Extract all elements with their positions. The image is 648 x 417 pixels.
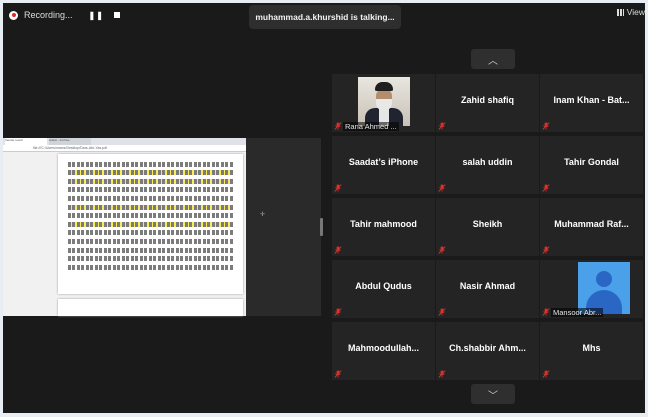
active-speaker-banner: muhammad.a.khurshid is talking... — [249, 5, 401, 29]
muted-mic-icon — [542, 308, 550, 316]
chevron-down-icon: ﹀ — [488, 390, 498, 402]
active-speaker-text: muhammad.a.khurshid is talking... — [255, 12, 395, 22]
participant-tile[interactable]: Sheikh — [436, 198, 539, 256]
pdf-page — [58, 154, 243, 294]
participant-tile[interactable]: Tahir Gondal — [540, 136, 643, 194]
participant-name: Mahmoodullah... — [348, 343, 419, 353]
muted-mic-icon — [334, 370, 342, 378]
participant-name: salah uddin — [462, 157, 513, 167]
participant-tile[interactable]: Abdul Qudus — [332, 260, 435, 318]
browser-tab[interactable]: arabic - Archive — [49, 138, 91, 145]
default-avatar-icon — [578, 262, 630, 314]
recording-label: Recording... — [24, 10, 73, 20]
participant-tile[interactable]: Muhammad Raf... — [540, 198, 643, 256]
participant-name: Muhammad Raf... — [554, 219, 629, 229]
pdf-text-line — [68, 256, 233, 262]
pdf-text-line — [68, 247, 233, 253]
participant-name: Sheikh — [472, 219, 503, 229]
muted-mic-icon — [542, 184, 550, 192]
participant-name: Nasir Ahmad — [459, 281, 516, 291]
browser-url-bar[interactable]: file:///C:/Users/mamz/Desktop/Dars-Abr-Y… — [3, 145, 246, 152]
participant-name: Tahir Gondal — [564, 157, 619, 167]
previous-page-button[interactable]: ︿ — [471, 49, 515, 69]
chevron-up-icon: ︿ — [488, 55, 498, 67]
stop-recording-button[interactable] — [113, 12, 120, 18]
record-icon — [9, 10, 18, 20]
recording-indicator: Recording... ❚❚ — [9, 7, 120, 23]
browser-tab-bar: Vender result arabic - Archive — [3, 138, 246, 145]
pdf-highlighted-line — [68, 170, 233, 176]
participant-tile[interactable]: salah uddin — [436, 136, 539, 194]
participant-tile[interactable]: Mansoor Abr... — [540, 260, 643, 318]
pdf-text-line — [68, 238, 233, 244]
participant-tile[interactable]: Inam Khan - Bat... — [540, 74, 643, 132]
participant-tile[interactable]: Zahid shafiq — [436, 74, 539, 132]
participant-name: Tahir mahmood — [350, 219, 417, 229]
participant-name: Ch.shabbir Ahm... — [449, 343, 526, 353]
pdf-highlighted-line — [68, 178, 233, 184]
muted-mic-icon — [334, 122, 342, 130]
pdf-text-line — [68, 161, 233, 167]
pdf-highlighted-line — [68, 221, 233, 227]
zoom-meeting-window: Recording... ❚❚ muhammad.a.khurshid is t… — [3, 3, 645, 413]
muted-mic-icon — [334, 184, 342, 192]
pdf-highlighted-line — [68, 204, 233, 210]
participant-tile[interactable]: Tahir mahmood — [332, 198, 435, 256]
pdf-text-line — [68, 264, 233, 270]
muted-mic-icon — [438, 184, 446, 192]
muted-mic-icon — [438, 122, 446, 130]
pdf-page — [58, 299, 243, 316]
participant-tile[interactable]: Saadat’s iPhone — [332, 136, 435, 194]
muted-mic-icon — [438, 246, 446, 254]
view-button[interactable]: View — [616, 7, 645, 17]
participant-video — [358, 77, 410, 126]
muted-mic-icon — [542, 246, 550, 254]
participant-tile[interactable]: Nasir Ahmad — [436, 260, 539, 318]
split-view-handle[interactable] — [320, 218, 323, 236]
participant-name: Abdul Qudus — [355, 281, 412, 291]
next-page-button[interactable]: ﹀ — [471, 384, 515, 404]
shared-screen: Vender result arabic - Archive file:///C… — [3, 138, 321, 316]
participant-tile[interactable]: Ch.shabbir Ahm... — [436, 322, 539, 380]
participant-name: Inam Khan - Bat... — [553, 95, 630, 105]
muted-mic-icon — [438, 370, 446, 378]
participant-tile[interactable]: Mhs — [540, 322, 643, 380]
pause-recording-button[interactable]: ❚❚ — [89, 11, 104, 20]
grid-view-icon — [616, 8, 624, 16]
participant-name: Rana Ahmed ... — [343, 122, 399, 131]
participant-name: Mhs — [582, 343, 601, 353]
participant-name: Zahid shafiq — [460, 95, 514, 105]
muted-mic-icon — [334, 246, 342, 254]
participant-name: Mansoor Abr... — [551, 308, 604, 317]
muted-mic-icon — [438, 308, 446, 316]
pdf-text-line — [68, 213, 233, 219]
shared-browser-window: Vender result arabic - Archive file:///C… — [3, 138, 246, 316]
pdf-text-line — [68, 195, 233, 201]
mouse-cursor-icon: ✛ — [260, 212, 266, 218]
pdf-text-line — [68, 187, 233, 193]
pdf-text-line — [68, 230, 233, 236]
participant-tile[interactable]: Rana Ahmed ... — [332, 74, 435, 132]
muted-mic-icon — [542, 370, 550, 378]
participant-name: Saadat’s iPhone — [348, 157, 419, 167]
participant-tile[interactable]: Mahmoodullah... — [332, 322, 435, 380]
muted-mic-icon — [334, 308, 342, 316]
browser-tab[interactable]: Vender result — [5, 138, 47, 145]
muted-mic-icon — [542, 122, 550, 130]
view-label: View — [626, 7, 645, 17]
